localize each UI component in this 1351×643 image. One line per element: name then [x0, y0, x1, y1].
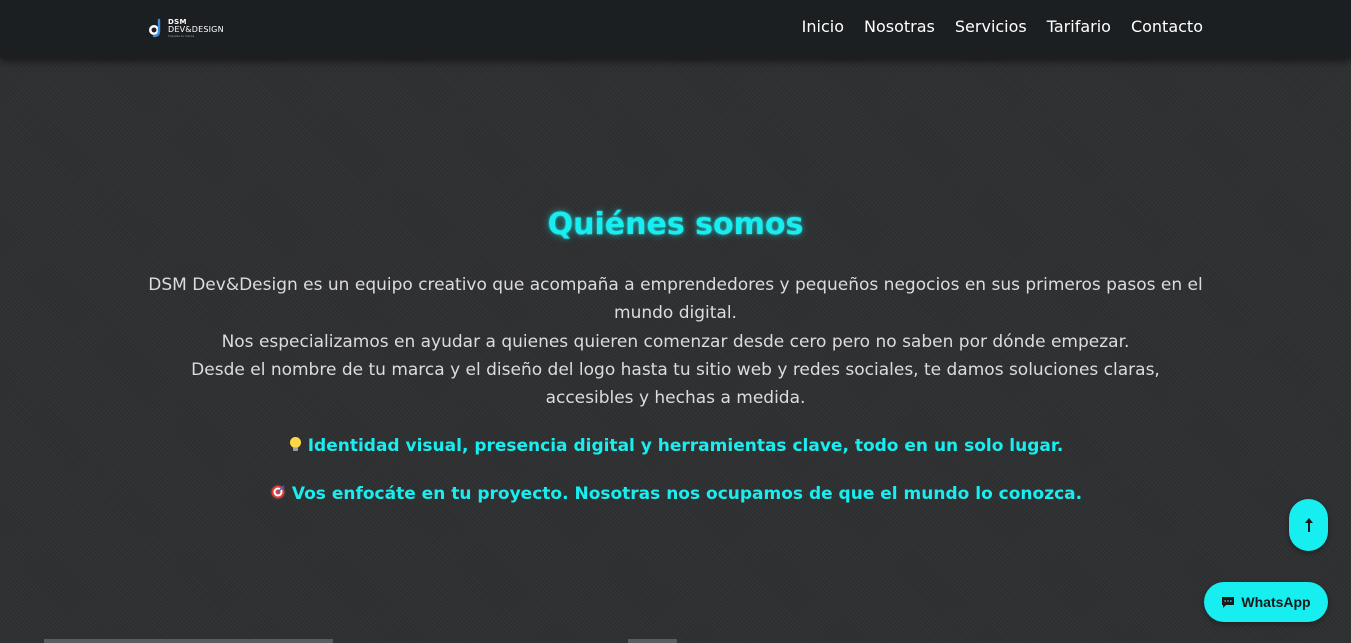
- logo-mark-icon: [149, 18, 161, 38]
- about-paragraph-2: Nos especializamos en ayudar a quienes q…: [221, 331, 1130, 352]
- nav-link-inicio[interactable]: Inicio: [802, 17, 844, 37]
- about-paragraph-3: Desde el nombre de tu marca y el diseño …: [191, 359, 1160, 409]
- about-section: Quiénes somos DSM Dev&Design es un equip…: [0, 205, 1351, 506]
- section-title: Quiénes somos: [547, 207, 804, 242]
- chat-icon: [1222, 596, 1235, 608]
- about-description: DSM Dev&Design es un equipo creativo que…: [146, 271, 1206, 412]
- nav-link-nosotras[interactable]: Nosotras: [864, 17, 935, 37]
- main-nav: Inicio Nosotras Servicios Tarifario Cont…: [802, 17, 1203, 37]
- bottom-scrollbar-segment-2: [628, 639, 677, 643]
- about-paragraph-1: DSM Dev&Design es un equipo creativo que…: [148, 275, 1203, 324]
- highlight-identity-text: Identidad visual, presencia digital y he…: [307, 436, 1064, 457]
- brand-line2: DEV&DESIGN: [168, 24, 224, 34]
- navbar: DSM DEV&DESIGN Impulsa tu marca Inicio N…: [0, 0, 1351, 58]
- brand-text: DSM DEV&DESIGN Impulsa tu marca: [168, 18, 224, 38]
- highlight-focus: Vos enfocáte en tu proyecto. Nosotras no…: [0, 482, 1351, 506]
- highlight-identity: Identidad visual, presencia digital y he…: [0, 434, 1351, 458]
- nav-link-tarifario[interactable]: Tarifario: [1047, 17, 1111, 37]
- whatsapp-label: WhatsApp: [1241, 594, 1311, 610]
- brand-tagline: Impulsa tu marca: [168, 33, 195, 38]
- highlight-focus-text: Vos enfocáte en tu proyecto. Nosotras no…: [291, 484, 1083, 505]
- scroll-to-top-button[interactable]: [1289, 499, 1328, 551]
- whatsapp-button[interactable]: WhatsApp: [1204, 582, 1328, 622]
- bottom-scrollbar-segment: [44, 639, 333, 643]
- lightbulb-icon: [289, 437, 301, 452]
- nav-link-contacto[interactable]: Contacto: [1131, 17, 1203, 37]
- arrow-up-icon: [1304, 518, 1313, 532]
- nav-link-servicios[interactable]: Servicios: [955, 17, 1027, 37]
- brand-logo[interactable]: DSM DEV&DESIGN Impulsa tu marca: [148, 17, 224, 39]
- target-icon: [269, 484, 286, 501]
